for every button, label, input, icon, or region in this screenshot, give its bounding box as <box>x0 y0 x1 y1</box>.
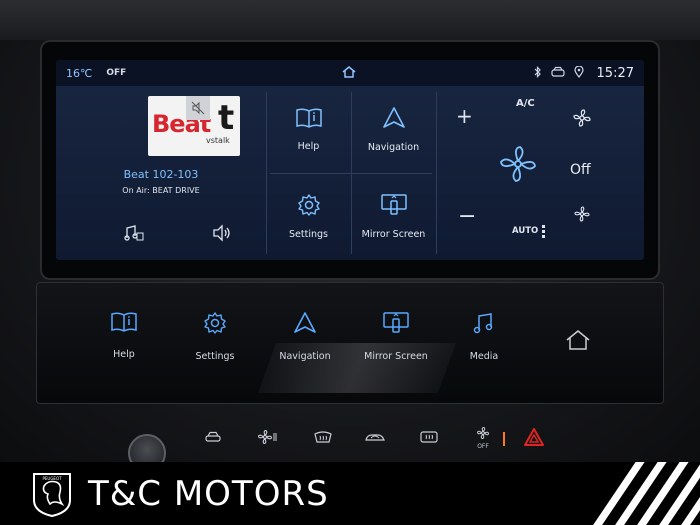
location-icon <box>573 64 588 81</box>
dealer-name: T&C MOTORS <box>88 474 329 514</box>
windscreen-demist-icon <box>314 430 332 446</box>
status-icons: 15:27 <box>534 64 634 81</box>
strip-home[interactable] <box>533 329 623 367</box>
strip-help[interactable]: Help <box>79 311 169 360</box>
car-icon <box>205 431 221 446</box>
on-air-text: On Air: BEAT DRIVE <box>122 186 200 195</box>
dashboard-top-trim <box>0 0 700 40</box>
climate-status[interactable]: OFF <box>106 68 126 78</box>
touch-shortcut-strip: Help Settings Navigation Mirror Screen M… <box>36 282 664 404</box>
shortcut-navigation[interactable]: Navigation <box>351 86 436 173</box>
station-logo: Beat t vstalk <box>148 96 240 156</box>
shortcut-label: Mirror Screen <box>361 229 426 240</box>
volume-icon[interactable] <box>212 224 232 246</box>
car-recirculation-icon <box>364 431 386 446</box>
climate-button[interactable] <box>245 424 291 452</box>
strip-label: Navigation <box>279 351 331 362</box>
radio-panel[interactable]: Beat t vstalk Beat 102-103 On Air: BEAT … <box>56 86 266 260</box>
music-note-icon <box>472 311 496 339</box>
fan-state: Off <box>570 162 591 178</box>
recirculation-button[interactable] <box>352 424 398 452</box>
hazard-button[interactable] <box>523 427 545 451</box>
outside-temperature: 16℃ <box>66 66 93 80</box>
front-demist-button[interactable] <box>300 424 346 452</box>
strip-mirror-screen[interactable]: Mirror Screen <box>351 311 441 362</box>
mirror-screen-icon <box>380 193 408 221</box>
temperature-down-button[interactable]: − <box>458 204 476 229</box>
strip-label: Help <box>113 349 135 360</box>
strip-label: Media <box>469 351 499 362</box>
temperature-up-button[interactable]: + <box>456 104 473 128</box>
fan-speed-icon[interactable] <box>574 206 590 226</box>
car-settings-button[interactable] <box>190 424 236 452</box>
fan-icon <box>257 429 278 447</box>
gear-icon <box>297 193 321 221</box>
shortcut-label: Settings <box>289 229 328 240</box>
air-distribution-icon[interactable] <box>572 108 592 132</box>
book-info-icon <box>295 107 323 133</box>
bluetooth-icon <box>534 65 542 81</box>
strip-settings[interactable]: Settings <box>170 311 260 362</box>
shortcut-grid: Help Navigation Settings Mirror Screen <box>266 86 437 260</box>
shortcut-label: Help <box>297 141 320 152</box>
navigation-arrow-icon <box>382 106 406 134</box>
shortcut-settings[interactable]: Settings <box>266 173 351 260</box>
gear-icon <box>203 311 227 339</box>
banner-stripes <box>590 462 700 525</box>
dealer-banner: PEUGEOT T&C MOTORS <box>0 462 700 525</box>
strip-media[interactable]: Media <box>439 311 529 362</box>
fan-icon <box>476 426 490 442</box>
shortcut-label: Navigation <box>367 142 420 153</box>
shortcut-mirror-screen[interactable]: Mirror Screen <box>351 173 436 260</box>
ac-button[interactable]: A/C <box>516 98 535 109</box>
auto-level-icon <box>542 224 546 243</box>
home-icon[interactable] <box>342 66 356 81</box>
climate-off-label: OFF <box>477 442 489 450</box>
svg-text:PEUGEOT: PEUGEOT <box>42 476 62 481</box>
station-logo-suffix: t <box>218 98 235 138</box>
shortcut-help[interactable]: Help <box>266 86 351 173</box>
station-name: Beat 102-103 <box>123 168 199 181</box>
peugeot-lion-logo: PEUGEOT <box>30 470 74 522</box>
mute-icon <box>186 96 210 120</box>
navigation-arrow-icon <box>293 311 317 339</box>
book-info-icon <box>110 311 138 337</box>
status-bar: 16℃ OFF 15:27 <box>56 60 644 86</box>
climate-panel: + A/C Off − AUTO <box>436 86 644 260</box>
strip-label: Mirror Screen <box>364 351 428 362</box>
infotainment-screen: 16℃ OFF 15:27 Beat t vstalk Beat 102-103… <box>56 60 644 260</box>
fan-icon[interactable] <box>498 144 538 188</box>
strip-navigation[interactable]: Navigation <box>260 311 350 362</box>
mirror-screen-icon <box>382 311 410 339</box>
hazard-triangle-icon <box>523 428 545 451</box>
home-icon <box>565 329 591 355</box>
rear-window-demist-icon <box>420 430 438 446</box>
auto-climate-button[interactable]: AUTO <box>512 226 538 236</box>
car-connect-icon <box>550 66 565 81</box>
music-source-icon[interactable] <box>124 224 144 246</box>
indicator-led <box>503 432 505 446</box>
clock: 15:27 <box>596 65 634 81</box>
climate-off-button[interactable]: OFF <box>460 424 506 452</box>
strip-label: Settings <box>195 351 235 362</box>
rear-demist-button[interactable] <box>406 424 452 452</box>
station-logo-sub: vstalk <box>206 136 230 145</box>
